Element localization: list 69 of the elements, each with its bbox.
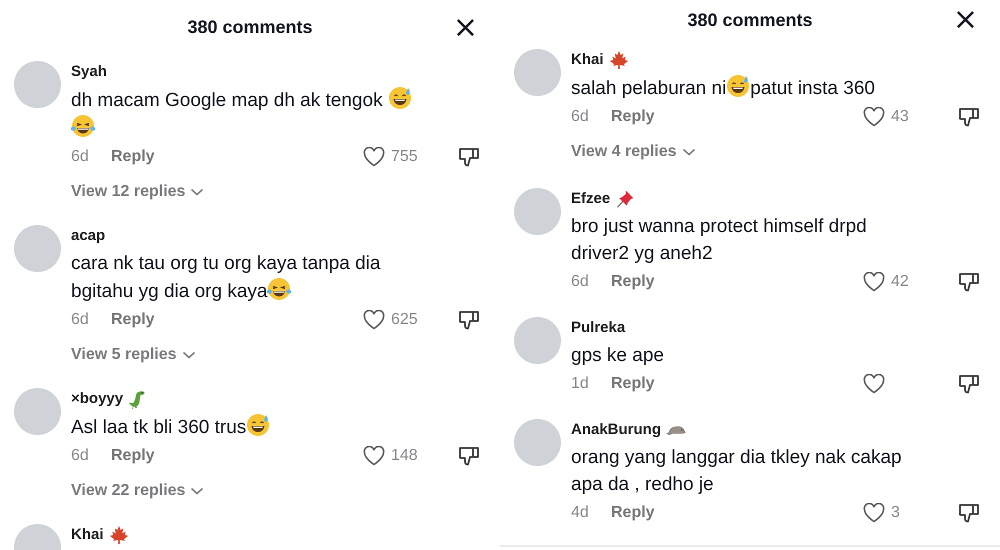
sweat-smile-emoji-icon: [388, 86, 412, 110]
chevron-down-icon: [682, 147, 696, 157]
username[interactable]: ×boyyy: [71, 385, 124, 413]
comment-text: salah pelaburan ni patut insta 360: [571, 74, 980, 102]
heart-icon[interactable]: [363, 147, 385, 167]
like-count: 43: [891, 108, 909, 126]
username[interactable]: Syah: [71, 58, 107, 86]
thumbs-down-icon[interactable]: [958, 373, 980, 395]
sweat-smile-emoji-icon: [726, 74, 750, 98]
like-count: 625: [391, 311, 418, 329]
laughing-face-emoji-icon: [71, 114, 95, 138]
view-replies-button[interactable]: View 5 replies: [71, 339, 196, 371]
comment-age: 6d: [71, 311, 90, 329]
comment-text: orang yang langgar dia tkley nak cakap apa da , redho je: [571, 446, 903, 497]
comment-age: 6d: [571, 108, 590, 126]
heart-icon[interactable]: [863, 107, 885, 127]
sweat-smile-emoji-icon: [246, 413, 270, 437]
username[interactable]: Efzee: [571, 185, 610, 213]
close-button[interactable]: ×: [952, 6, 978, 34]
like-count: 755: [391, 148, 418, 166]
view-replies-button[interactable]: View 12 replies: [71, 176, 204, 208]
heart-icon[interactable]: [363, 310, 385, 330]
heart-icon[interactable]: [863, 503, 885, 523]
thumbs-down-icon[interactable]: [958, 106, 980, 128]
comment-age: 6d: [71, 447, 90, 465]
comment-text: dh macam Google map dh ak tengok: [71, 86, 480, 142]
username[interactable]: Khai: [71, 521, 104, 549]
thumbs-down-icon[interactable]: [958, 502, 980, 524]
comment-age: 6d: [571, 273, 590, 291]
chevron-down-icon: [190, 486, 204, 496]
thumbs-down-icon[interactable]: [958, 271, 980, 293]
reply-button[interactable]: Reply: [111, 148, 155, 166]
reply-button[interactable]: Reply: [611, 273, 655, 291]
username[interactable]: acap: [71, 222, 106, 250]
close-button[interactable]: ×: [452, 14, 478, 42]
reply-button[interactable]: Reply: [611, 108, 655, 126]
comment-age: 4d: [571, 504, 590, 522]
comment-text: cara nk tau org tu org kaya tanpa dia bgitahu yg dia org kaya: [71, 252, 382, 304]
view-replies-button[interactable]: View 22 replies: [71, 475, 204, 507]
comment-age: 1d: [571, 375, 590, 393]
reply-button[interactable]: Reply: [111, 447, 155, 465]
heart-icon[interactable]: [863, 374, 885, 394]
comments-title: 380 comments: [687, 10, 813, 30]
leaf-icon: [108, 525, 129, 545]
comment-age: 6d: [71, 148, 90, 166]
thumbs-down-icon[interactable]: [458, 309, 480, 331]
comments-title: 380 comments: [187, 17, 313, 38]
laughing-face-emoji-icon: [267, 277, 292, 301]
thumbs-down-icon[interactable]: [458, 445, 480, 467]
view-replies-button[interactable]: View 4 replies: [571, 136, 696, 168]
comment-text: bro just wanna protect himself drpd driver2 yg aneh2: [571, 215, 868, 266]
pushpin-icon: [615, 189, 636, 209]
username[interactable]: AnakBurung: [571, 416, 661, 444]
comment-text: gps ke ape: [571, 344, 665, 368]
thumbs-down-icon[interactable]: [458, 146, 480, 168]
heart-icon[interactable]: [863, 272, 885, 292]
like-count: 42: [891, 273, 909, 291]
heart-icon[interactable]: [363, 446, 385, 466]
reply-button[interactable]: Reply: [111, 311, 155, 329]
username[interactable]: Khai: [571, 46, 604, 74]
chevron-down-icon: [190, 187, 204, 197]
like-count: 148: [391, 447, 418, 465]
comment-text: Asl laa tk bli 360 trus: [71, 413, 480, 441]
reply-button[interactable]: Reply: [611, 504, 655, 522]
like-count: 3: [891, 504, 900, 522]
username[interactable]: Pulreka: [571, 314, 626, 342]
leaf-icon: [608, 50, 629, 70]
reply-button[interactable]: Reply: [611, 375, 655, 393]
chevron-down-icon: [182, 350, 196, 360]
